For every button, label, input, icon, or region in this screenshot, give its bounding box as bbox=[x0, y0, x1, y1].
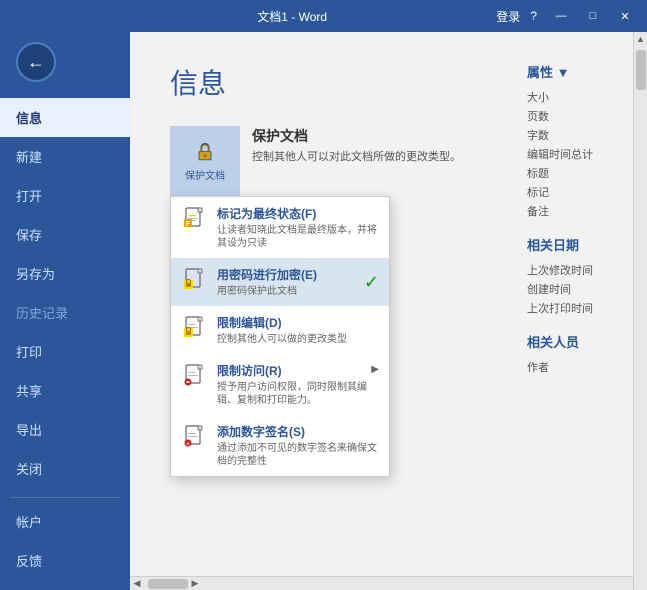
protect-dropdown: F 标记为最终状态(F) 让读者知晓此文档是最终版本，并将其设为只读 bbox=[170, 196, 390, 477]
properties-section: 属性 ▼ 大小 页数 字数 编辑时间总计 标题 标记 备注 bbox=[527, 62, 627, 219]
digital-sign-desc: 通过添加不可见的数字签名来确保文档的完整性 bbox=[217, 442, 379, 468]
protect-icon-box[interactable]: 保护文档 bbox=[170, 126, 240, 196]
scroll-up-button[interactable]: ▲ bbox=[634, 32, 647, 46]
sidebar-item-feedback[interactable]: 反馈 bbox=[0, 541, 130, 580]
digital-sign-text: 添加数字签名(S) 通过添加不可见的数字签名来确保文档的完整性 bbox=[217, 423, 379, 468]
created-item: 创建时间 bbox=[527, 281, 627, 297]
people-section: 相关人员 作者 bbox=[527, 332, 627, 375]
protect-desc: 控制其他人可以对此文档所做的更改类型。 bbox=[252, 150, 461, 165]
sidebar-item-saveas[interactable]: 另存为 bbox=[0, 254, 130, 293]
restrict-access-desc: 授予用户访问权限，同时限制其编辑、复制和打印能力。 bbox=[217, 381, 371, 407]
mark-final-icon: F bbox=[181, 205, 209, 233]
last-print-item: 上次打印时间 bbox=[527, 300, 627, 316]
encrypt-check-icon: ✓ bbox=[364, 272, 379, 293]
back-icon: ← bbox=[27, 52, 45, 73]
mark-final-title: 标记为最终状态(F) bbox=[217, 205, 379, 222]
main-layout: ← 信息 新建 打开 保存 另存为 历史记录 打印 共享 导出 关闭 bbox=[0, 32, 647, 590]
digital-sign-icon: ✕ bbox=[181, 423, 209, 451]
words-item: 字数 bbox=[527, 127, 627, 143]
scroll-right-button[interactable]: ▶ bbox=[188, 577, 202, 590]
restrict-access-icon bbox=[181, 362, 209, 390]
sidebar: ← 信息 新建 打开 保存 另存为 历史记录 打印 共享 导出 关闭 bbox=[0, 32, 130, 590]
protect-text: 保护文档 控制其他人可以对此文档所做的更改类型。 bbox=[252, 126, 461, 165]
horizontal-scrollbar[interactable]: ◀ ▶ bbox=[130, 576, 633, 590]
close-window-button[interactable]: ✕ bbox=[611, 6, 639, 26]
encrypt-text: 用密码进行加密(E) 用密码保护此文档 bbox=[217, 266, 360, 298]
restrict-access-arrow-icon: ▶ bbox=[371, 364, 379, 375]
restore-button[interactable]: □ bbox=[579, 6, 607, 26]
author-item: 作者 bbox=[527, 359, 627, 375]
svg-text:✕: ✕ bbox=[186, 442, 190, 448]
size-item: 大小 bbox=[527, 89, 627, 105]
sidebar-item-info[interactable]: 信息 bbox=[0, 98, 130, 137]
restrict-access-title: 限制访问(R) bbox=[217, 362, 371, 379]
dates-section: 相关日期 上次修改时间 创建时间 上次打印时间 bbox=[527, 235, 627, 316]
scroll-thumb[interactable] bbox=[636, 50, 646, 90]
title-text: 文档1 - Word bbox=[88, 8, 496, 25]
sidebar-item-history[interactable]: 历史记录 bbox=[0, 293, 130, 332]
encrypt-title: 用密码进行加密(E) bbox=[217, 266, 360, 283]
scroll-left-button[interactable]: ◀ bbox=[130, 577, 144, 590]
lock-icon bbox=[194, 141, 216, 163]
dates-title: 相关日期 bbox=[527, 235, 627, 256]
restrict-edit-title: 限制编辑(D) bbox=[217, 314, 379, 331]
login-button[interactable]: 登录 bbox=[496, 8, 520, 25]
restrict-edit-icon bbox=[181, 314, 209, 342]
restrict-access-text: 限制访问(R) 授予用户访问权限，同时限制其编辑、复制和打印能力。 bbox=[217, 362, 371, 407]
sidebar-item-close[interactable]: 关闭 bbox=[0, 449, 130, 488]
people-title: 相关人员 bbox=[527, 332, 627, 353]
scroll-h-thumb[interactable] bbox=[148, 579, 188, 589]
right-panel: 属性 ▼ 大小 页数 字数 编辑时间总计 标题 标记 备注 相关日期 上次修改时… bbox=[527, 62, 627, 391]
protect-title: 保护文档 bbox=[252, 126, 461, 146]
sidebar-item-save[interactable]: 保存 bbox=[0, 215, 130, 254]
sidebar-separator bbox=[10, 497, 120, 498]
menu-item-restrict-access[interactable]: 限制访问(R) 授予用户访问权限，同时限制其编辑、复制和打印能力。 ▶ bbox=[171, 354, 389, 415]
title-item: 标题 bbox=[527, 165, 627, 181]
vertical-scrollbar[interactable]: ▲ bbox=[633, 32, 647, 590]
pages-item: 页数 bbox=[527, 108, 627, 124]
mark-final-desc: 让读者知晓此文档是最终版本，并将其设为只读 bbox=[217, 224, 379, 250]
content-area: ▲ ◀ ▶ 信息 bbox=[130, 32, 647, 590]
help-button[interactable]: ? bbox=[530, 9, 537, 23]
sidebar-item-share[interactable]: 共享 bbox=[0, 371, 130, 410]
tags-item: 标记 bbox=[527, 184, 627, 200]
menu-item-restrict-edit[interactable]: 限制编辑(D) 控制其他人可以做的更改类型 bbox=[171, 306, 389, 354]
sidebar-item-export[interactable]: 导出 bbox=[0, 410, 130, 449]
mark-final-text: 标记为最终状态(F) 让读者知晓此文档是最终版本，并将其设为只读 bbox=[217, 205, 379, 250]
properties-title[interactable]: 属性 ▼ bbox=[527, 62, 627, 83]
sidebar-item-account[interactable]: 帐户 bbox=[0, 502, 130, 541]
last-modified-item: 上次修改时间 bbox=[527, 262, 627, 278]
minimize-button[interactable]: — bbox=[547, 6, 575, 26]
menu-item-encrypt[interactable]: 用密码进行加密(E) 用密码保护此文档 ✓ bbox=[171, 258, 389, 306]
sidebar-item-new[interactable]: 新建 bbox=[0, 137, 130, 176]
titlebar: 文档1 - Word 登录 ? — □ ✕ bbox=[0, 0, 647, 32]
edit-time-item: 编辑时间总计 bbox=[527, 146, 627, 162]
restrict-edit-text: 限制编辑(D) 控制其他人可以做的更改类型 bbox=[217, 314, 379, 346]
back-button[interactable]: ← bbox=[16, 42, 56, 82]
encrypt-icon bbox=[181, 266, 209, 294]
digital-sign-title: 添加数字签名(S) bbox=[217, 423, 379, 440]
menu-item-digital-sign[interactable]: ✕ 添加数字签名(S) 通过添加不可见的数字签名来确保文档的完整性 bbox=[171, 415, 389, 476]
restrict-edit-desc: 控制其他人可以做的更改类型 bbox=[217, 333, 379, 346]
notes-item: 备注 bbox=[527, 203, 627, 219]
content-inner: 信息 保护文档 bbox=[130, 32, 633, 246]
sidebar-item-print[interactable]: 打印 bbox=[0, 332, 130, 371]
protect-icon-label: 保护文档 bbox=[185, 167, 225, 182]
svg-text:F: F bbox=[186, 221, 191, 228]
menu-item-mark-final[interactable]: F 标记为最终状态(F) 让读者知晓此文档是最终版本，并将其设为只读 bbox=[171, 197, 389, 258]
encrypt-desc: 用密码保护此文档 bbox=[217, 285, 360, 298]
sidebar-item-open[interactable]: 打开 bbox=[0, 176, 130, 215]
